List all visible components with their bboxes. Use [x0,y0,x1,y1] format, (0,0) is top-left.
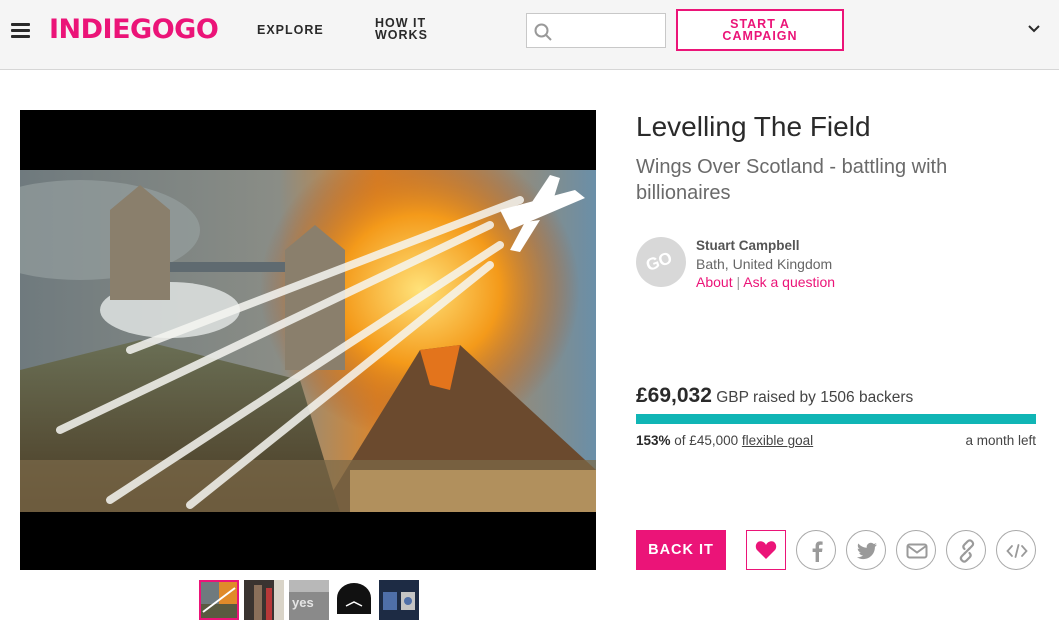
top-navbar: INDIEGOGO EXPLORE HOW IT WORKS START A C… [0,0,1059,70]
thumbnail-image: yes [289,580,329,620]
email-icon [906,543,928,559]
campaign-subtitle: Wings Over Scotland - battling with bill… [636,156,948,204]
campaign-hero-image [20,170,596,512]
thumbnail-image [379,580,419,620]
thumbnail-bridge-volcano[interactable] [199,580,239,620]
progress-bar-fill [636,414,1036,424]
thumbnail-image [334,580,374,620]
search-icon [534,23,552,41]
embed-icon [1006,544,1028,558]
search-input[interactable] [526,13,666,48]
time-left: a month left [965,433,1036,448]
heart-icon [755,541,777,559]
ask-question-link[interactable]: Ask a question [743,274,835,290]
funds-raised: £69,032 GBP raised by 1506 backers [636,384,913,408]
raised-amount: £69,032 [636,384,712,407]
follow-button[interactable] [746,530,786,570]
about-link[interactable]: About [696,274,733,290]
goal-line: 153% of £45,000 flexible goal [636,433,813,448]
nav-how-it-works-link[interactable]: HOW IT WORKS [375,17,435,42]
raised-text: GBP raised by 1506 backers [716,389,914,406]
nav-explore-link[interactable]: EXPLORE [257,23,324,37]
chevron-down-icon[interactable] [1027,22,1041,36]
thumbnail-stamps[interactable] [379,580,419,620]
link-icon [959,539,975,563]
thumbnail-image [201,582,237,618]
avatar-text: GO [643,248,675,275]
start-campaign-button[interactable]: START A CAMPAIGN [676,9,844,51]
link-separator: | [736,274,741,290]
goal-amount: of £45,000 [674,433,739,448]
avatar[interactable]: GO [636,237,686,287]
share-twitter-button[interactable] [846,530,886,570]
thumbnail-dark-figure[interactable] [334,580,374,620]
media-thumbnails: yes [199,580,419,620]
percent-funded: 153% [636,433,671,448]
campaign-title: Levelling The Field [636,111,871,142]
flexible-goal-link[interactable]: flexible goal [742,433,813,448]
progress-bar [636,414,1036,424]
thumbnail-image [244,580,284,620]
menu-icon[interactable] [11,23,30,38]
thumbnail-yes[interactable]: yes [289,580,329,620]
svg-text:yes: yes [292,595,314,610]
back-it-button[interactable]: BACK IT [636,530,726,570]
owner-name: Stuart Campbell [696,238,800,253]
thumbnail-street[interactable] [244,580,284,620]
owner-links: About | Ask a question [696,274,835,290]
campaign-video[interactable] [20,110,596,570]
facebook-icon [812,541,823,562]
embed-button[interactable] [996,530,1036,570]
twitter-icon [856,542,877,560]
indiegogo-logo[interactable]: INDIEGOGO [49,14,219,45]
owner-location: Bath, United Kingdom [696,256,833,272]
share-email-button[interactable] [896,530,936,570]
copy-link-button[interactable] [946,530,986,570]
share-facebook-button[interactable] [796,530,836,570]
